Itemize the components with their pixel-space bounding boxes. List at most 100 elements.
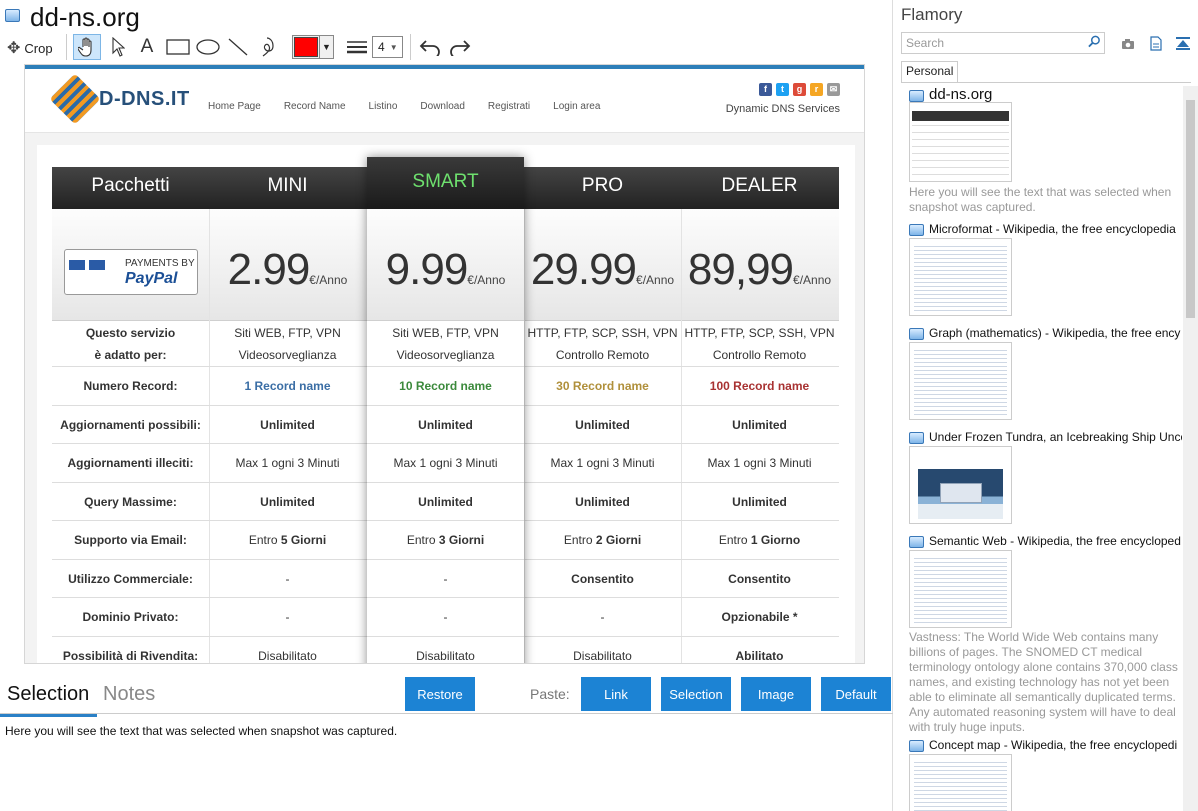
camera-icon[interactable]	[1119, 34, 1137, 52]
pricing-cell: -	[600, 610, 605, 624]
redo-icon	[450, 40, 471, 56]
site-logo[interactable]: D-DNS.IT	[49, 73, 190, 125]
paste-link-button[interactable]: Link	[581, 677, 651, 711]
text-tool-button[interactable]: A	[133, 34, 161, 60]
pricing-cell: -	[367, 560, 524, 598]
page-icon	[909, 90, 924, 102]
rss-icon[interactable]: r	[810, 83, 823, 96]
color-picker[interactable]: ▼	[292, 35, 334, 59]
line-width-select[interactable]: 4 ▼	[372, 36, 403, 58]
pricing-cell: HTTP, FTP, SCP, SSH, VPN Controllo Remoto	[527, 325, 678, 362]
plan-title-pro: PRO	[581, 175, 624, 196]
pricing-table: Pacchetti Questo servizio è adatto per: Sit…	[37, 145, 855, 663]
crop-icon: ✥	[7, 40, 21, 57]
pricing-cell: Entro 5 Giorni	[248, 533, 327, 547]
ellipse-tool-button[interactable]	[194, 34, 222, 60]
search-input[interactable]: Search	[901, 32, 1105, 54]
nav-login[interactable]: Login area	[553, 101, 600, 112]
chevron-down-icon: ▼	[389, 42, 398, 52]
pricing-cell: 1 Record name	[244, 379, 331, 393]
hand-tool-button[interactable]	[73, 34, 101, 60]
freehand-tool-button[interactable]	[254, 34, 282, 60]
pricing-cell: Siti WEB, FTP, VPNVideosorveglianza	[367, 321, 524, 367]
item-thumbnail	[909, 446, 1012, 524]
toolbar-separator	[66, 34, 67, 60]
tab-notes[interactable]: Notes	[103, 683, 155, 706]
pricing-cell: Max 1 ogni 3 Minuti	[367, 444, 524, 483]
pricing-cell: Unlimited	[367, 483, 524, 521]
pricing-cell: Consentito	[728, 571, 791, 586]
site-tagline: Dynamic DNS Services	[725, 103, 840, 115]
nav-record-name[interactable]: Record Name	[284, 101, 346, 112]
plan-price-pro: 29.99€/Anno	[530, 245, 675, 294]
pricing-cell: HTTP, FTP, SCP, SSH, VPN Controllo Remoto	[684, 325, 835, 362]
google-plus-icon[interactable]: g	[793, 83, 806, 96]
undo-icon	[419, 40, 440, 56]
select-tool-button[interactable]	[104, 34, 132, 60]
undo-button[interactable]	[416, 34, 444, 60]
pricing-cell: Unlimited	[575, 494, 630, 509]
facebook-icon[interactable]: f	[759, 83, 772, 96]
page-icon	[909, 432, 924, 444]
toolbar: ✥ Crop A ▼ 4 ▼	[0, 33, 893, 61]
nav-home[interactable]: Home Page	[208, 101, 261, 112]
line-width-button[interactable]	[343, 34, 371, 60]
tab-selection[interactable]: Selection	[0, 683, 98, 717]
pricing-cell: Consentito	[571, 571, 634, 586]
selection-text[interactable]: Here you will see the text that was sele…	[5, 724, 397, 738]
paste-label: Paste:	[530, 686, 570, 702]
tab-personal[interactable]: Personal	[901, 61, 959, 83]
text-icon: A	[140, 36, 154, 57]
pricing-cell: -	[367, 598, 524, 637]
line-width-value: 4	[378, 40, 385, 54]
line-tool-button[interactable]	[224, 34, 252, 60]
scrollbar-thumb[interactable]	[1186, 100, 1195, 318]
main-pane: dd-ns.org ✥ Crop A ▼ 4 ▼ D-DNS.IT Home P…	[0, 0, 893, 811]
paste-default-button[interactable]: Default	[821, 677, 891, 711]
item-description: Vastness: The World Wide Web contains ma…	[909, 630, 1178, 734]
title-bar: dd-ns.org	[0, 0, 893, 34]
card-icon	[69, 260, 85, 270]
thumbnail-image	[914, 347, 1007, 415]
pricing-cell: Opzionabile *	[721, 610, 798, 624]
row-label: Possibilità di Rivendita:	[62, 648, 199, 663]
paste-selection-button[interactable]: Selection	[661, 677, 731, 711]
item-description: Here you will see the text that was sele…	[909, 185, 1172, 214]
paste-image-button[interactable]: Image	[741, 677, 811, 711]
pricing-cell: Unlimited	[575, 417, 630, 432]
document-icon[interactable]	[1147, 34, 1165, 52]
redo-button[interactable]	[446, 34, 474, 60]
nav-download[interactable]: Download	[420, 101, 464, 112]
pricing-cell: Max 1 ogni 3 Minuti	[707, 456, 812, 470]
sidebar-scrollbar[interactable]	[1183, 86, 1198, 811]
item-thumbnail	[909, 550, 1012, 628]
paypal-top: PAYMENTS BY	[125, 258, 195, 269]
row-label: Aggiornamenti possibili:	[60, 417, 201, 432]
logo-text: D-DNS.IT	[99, 87, 190, 110]
pricing-cell: -	[285, 571, 290, 586]
page-title: dd-ns.org	[30, 2, 140, 32]
freehand-icon	[262, 37, 274, 57]
twitter-icon[interactable]: t	[776, 83, 789, 96]
pricing-cell: Unlimited	[367, 406, 524, 444]
row-label: Numero Record:	[83, 379, 178, 393]
nav-listino[interactable]: Listino	[369, 101, 398, 112]
search-placeholder: Search	[906, 36, 945, 50]
restore-button[interactable]: Restore	[405, 677, 475, 711]
item-thumbnail	[909, 342, 1012, 420]
row-label: Utilizzo Commerciale:	[68, 571, 193, 586]
line-width-icon	[347, 41, 367, 54]
site-header: D-DNS.IT Home Page Record Name Listino D…	[25, 69, 864, 133]
social-links: f t g r ✉	[759, 83, 840, 96]
row-label: Dominio Privato:	[82, 610, 179, 624]
mail-icon[interactable]: ✉	[827, 83, 840, 96]
search-icon[interactable]	[1088, 35, 1101, 48]
page-icon	[909, 328, 924, 340]
pricing-cell: Max 1 ogni 3 Minuti	[550, 456, 655, 470]
nav-registrati[interactable]: Registrati	[488, 101, 530, 112]
rectangle-tool-button[interactable]	[164, 34, 192, 60]
snapshot-preview[interactable]: D-DNS.IT Home Page Record Name Listino D…	[24, 64, 865, 664]
crop-button[interactable]: ✥ Crop	[7, 38, 53, 58]
paypal-brand: PayPal	[125, 270, 178, 287]
eject-icon[interactable]	[1174, 34, 1192, 52]
